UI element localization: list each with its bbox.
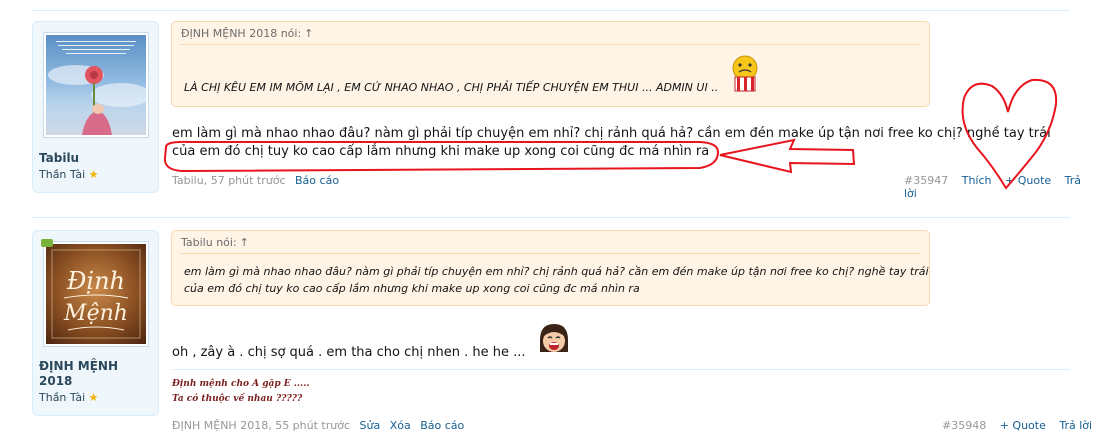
- annotation-overlay: [163, 78, 1058, 190]
- heart-drawing: [961, 78, 1058, 190]
- arrow-drawing: [719, 138, 856, 174]
- highlight-ellipse: [163, 140, 720, 173]
